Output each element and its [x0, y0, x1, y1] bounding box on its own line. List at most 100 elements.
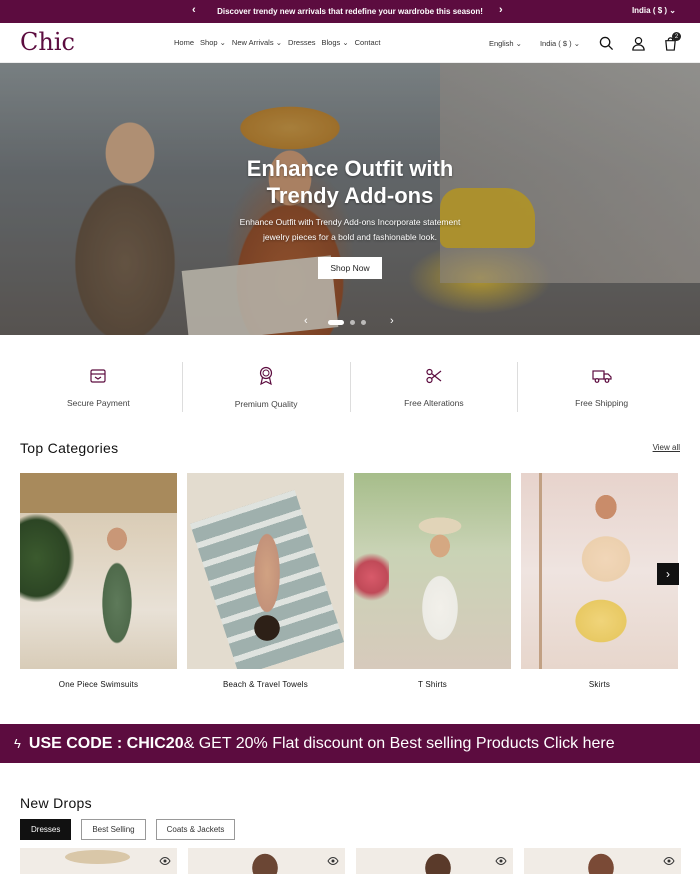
- promo-code-text: USE CODE : CHIC20: [28, 734, 184, 752]
- image-model: [402, 508, 477, 669]
- category-image-tshirts[interactable]: [354, 473, 511, 669]
- tab-best-selling[interactable]: Best Selling: [81, 819, 146, 840]
- image-palm: [20, 513, 75, 603]
- language-label: English: [488, 38, 514, 48]
- feature-label: Premium Quality: [234, 398, 298, 409]
- announcement-prev-icon[interactable]: ‹: [192, 4, 196, 16]
- carousel-next-icon[interactable]: ›: [657, 563, 679, 585]
- account-icon[interactable]: [628, 33, 648, 53]
- product-image-hat: [65, 850, 130, 864]
- promo-marquee[interactable]: ϟ USE CODE : CHIC20 & GET 20% Flat disco…: [0, 724, 700, 763]
- hero-subtitle-line2: jewelry pieces for a bold and fashionabl…: [263, 232, 437, 242]
- category-card[interactable]: Beach & Travel Towels: [187, 473, 344, 689]
- currency-selector[interactable]: India ( $ ) ⌄: [540, 39, 580, 48]
- new-drops-title: New Drops: [20, 795, 92, 811]
- feature-premium-quality: Premium Quality: [183, 362, 351, 412]
- currency-label: India ( $ ): [539, 38, 572, 48]
- promo-text: & GET 20% Flat discount on Best selling …: [183, 734, 615, 752]
- hero-dot-1[interactable]: [328, 320, 344, 325]
- category-name[interactable]: Beach & Travel Towels: [187, 680, 344, 689]
- feature-label: Free Shipping: [575, 397, 629, 408]
- hero-next-icon[interactable]: ›: [390, 315, 394, 327]
- hero-title-line1: Enhance Outfit with: [246, 156, 454, 181]
- cart-icon[interactable]: 2: [660, 32, 681, 53]
- logo[interactable]: Chic: [20, 28, 75, 56]
- features-strip: Secure Payment Premium Quality Free Alte…: [15, 362, 685, 412]
- category-name[interactable]: One Piece Swimsuits: [20, 680, 177, 689]
- hero-dot-3[interactable]: [361, 320, 366, 325]
- nav-dresses[interactable]: Dresses: [288, 38, 316, 47]
- truck-icon: [592, 367, 612, 390]
- hero-title-line2: Trendy Add-ons: [266, 183, 434, 208]
- tab-coats-jackets[interactable]: Coats & Jackets: [155, 819, 236, 840]
- product-row: [20, 848, 681, 874]
- hero-banner: Enhance Outfit with Trendy Add-ons Enhan…: [0, 63, 700, 335]
- site-header: Chic Home Shop ⌄ New Arrivals ⌄ Dresses …: [0, 23, 700, 63]
- feature-secure-payment: Secure Payment: [15, 362, 183, 412]
- image-hut-roof: [20, 473, 177, 513]
- quick-view-icon[interactable]: [663, 854, 675, 866]
- product-image-model: [416, 848, 461, 874]
- category-card[interactable]: Skirts: [521, 473, 678, 689]
- cart-count-badge: 2: [672, 32, 681, 41]
- feature-free-alterations: Free Alterations: [351, 362, 519, 412]
- header-actions: English ⌄ India ( $ ) ⌄ 2: [489, 32, 681, 53]
- category-carousel: One Piece Swimsuits Beach & Travel Towel…: [20, 473, 678, 689]
- product-image-model: [243, 848, 288, 874]
- image-model: [551, 481, 646, 669]
- nav-shop-label: Shop: [200, 38, 218, 47]
- announcement-bar: ‹ Discover trendy new arrivals that rede…: [0, 0, 700, 23]
- hero-subtitle: Enhance Outfit with Trendy Add-ons Incor…: [200, 215, 500, 245]
- view-all-link[interactable]: View all: [653, 443, 680, 452]
- hero-pagination: [328, 320, 366, 325]
- product-image-model: [579, 848, 624, 874]
- hero-subtitle-line1: Enhance Outfit with Trendy Add-ons Incor…: [239, 217, 461, 227]
- search-icon[interactable]: [596, 33, 616, 53]
- region-selector[interactable]: India ( $ ) ⌄: [632, 6, 676, 15]
- nav-blogs-label: Blogs: [321, 38, 341, 47]
- nav-contact[interactable]: Contact: [355, 38, 381, 47]
- announcement-next-icon[interactable]: ›: [499, 4, 503, 16]
- feature-free-shipping: Free Shipping: [518, 362, 685, 412]
- category-card[interactable]: One Piece Swimsuits: [20, 473, 177, 689]
- quick-view-icon[interactable]: [159, 854, 171, 866]
- feature-label: Free Alterations: [404, 397, 464, 408]
- category-name[interactable]: T Shirts: [354, 680, 511, 689]
- hero-prev-icon[interactable]: ‹: [304, 315, 308, 327]
- image-flowers: [354, 553, 389, 613]
- new-drops-tabs: Dresses Best Selling Coats & Jackets: [20, 819, 236, 840]
- product-card[interactable]: [524, 848, 681, 874]
- product-card[interactable]: [356, 848, 513, 874]
- category-image-skirts[interactable]: [521, 473, 678, 669]
- main-nav: Home Shop ⌄ New Arrivals ⌄ Dresses Blogs…: [174, 38, 381, 47]
- nav-blogs[interactable]: Blogs ⌄: [322, 38, 349, 47]
- shop-now-button[interactable]: Shop Now: [318, 257, 382, 279]
- hero-content: Enhance Outfit with Trendy Add-ons Enhan…: [200, 155, 500, 279]
- nav-new-arrivals-label: New Arrivals: [231, 38, 274, 47]
- tab-dresses[interactable]: Dresses: [20, 819, 72, 840]
- image-swing-rope: [539, 473, 542, 669]
- quick-view-icon[interactable]: [495, 854, 507, 866]
- category-image-swimsuits[interactable]: [20, 473, 177, 669]
- scissors-icon: [425, 367, 443, 390]
- nav-shop[interactable]: Shop ⌄: [200, 38, 226, 47]
- category-card[interactable]: T Shirts: [354, 473, 511, 689]
- announcement-text: Discover trendy new arrivals that redefi…: [217, 7, 483, 16]
- feature-label: Secure Payment: [66, 397, 130, 408]
- language-selector[interactable]: English ⌄: [489, 39, 522, 48]
- top-categories-title: Top Categories: [20, 440, 119, 456]
- image-model: [95, 523, 140, 663]
- nav-home[interactable]: Home: [174, 38, 194, 47]
- category-image-towels[interactable]: [187, 473, 344, 669]
- hero-title: Enhance Outfit with Trendy Add-ons: [200, 155, 500, 209]
- quick-view-icon[interactable]: [327, 854, 339, 866]
- award-icon: [257, 366, 275, 391]
- hero-dot-2[interactable]: [350, 320, 355, 325]
- category-name[interactable]: Skirts: [521, 680, 678, 689]
- product-card[interactable]: [188, 848, 345, 874]
- wallet-icon: [89, 367, 107, 390]
- image-model: [242, 503, 292, 648]
- nav-new-arrivals[interactable]: New Arrivals ⌄: [232, 38, 282, 47]
- product-card[interactable]: [20, 848, 177, 874]
- region-label: India ( $ ): [631, 6, 668, 15]
